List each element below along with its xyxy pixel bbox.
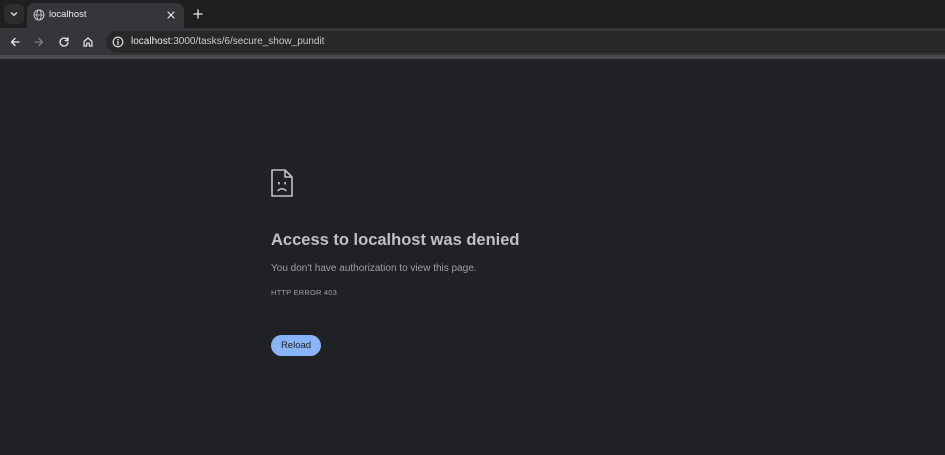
home-button[interactable] (80, 34, 96, 50)
page-content: Access to localhost was denied You don't… (0, 59, 945, 455)
home-icon (83, 37, 93, 47)
error-code: HTTP ERROR 403 (271, 288, 338, 297)
tab-strip: localhost (0, 0, 945, 28)
url-path: :3000/tasks/6/secure_show_pundit (170, 36, 325, 47)
forward-button[interactable] (31, 34, 47, 50)
tab-search-button[interactable] (4, 4, 24, 24)
info-icon (112, 36, 124, 48)
globe-icon (33, 9, 45, 21)
address-bar[interactable]: localhost:3000/tasks/6/secure_show_pundi… (106, 31, 945, 53)
error-title: Access to localhost was denied (271, 231, 520, 249)
reload-button[interactable]: Reload (271, 335, 321, 356)
refresh-icon (59, 37, 69, 47)
tab-localhost[interactable]: localhost (27, 3, 184, 28)
tab-title: localhost (49, 9, 87, 20)
reload-page-button[interactable] (56, 34, 72, 50)
arrow-right-icon (34, 37, 44, 47)
tab-close-button[interactable] (164, 8, 178, 22)
sad-page-icon (271, 169, 293, 197)
arrow-left-icon (10, 37, 20, 47)
error-description: You don't have authorization to view thi… (271, 263, 477, 274)
close-icon (167, 11, 175, 19)
site-info-button[interactable] (112, 36, 124, 48)
new-tab-button[interactable] (190, 6, 206, 22)
url-host: localhost (131, 36, 171, 47)
plus-icon (193, 9, 203, 19)
url-text: localhost:3000/tasks/6/secure_show_pundi… (131, 36, 324, 47)
chevron-down-icon (10, 12, 18, 16)
back-button[interactable] (7, 34, 23, 50)
